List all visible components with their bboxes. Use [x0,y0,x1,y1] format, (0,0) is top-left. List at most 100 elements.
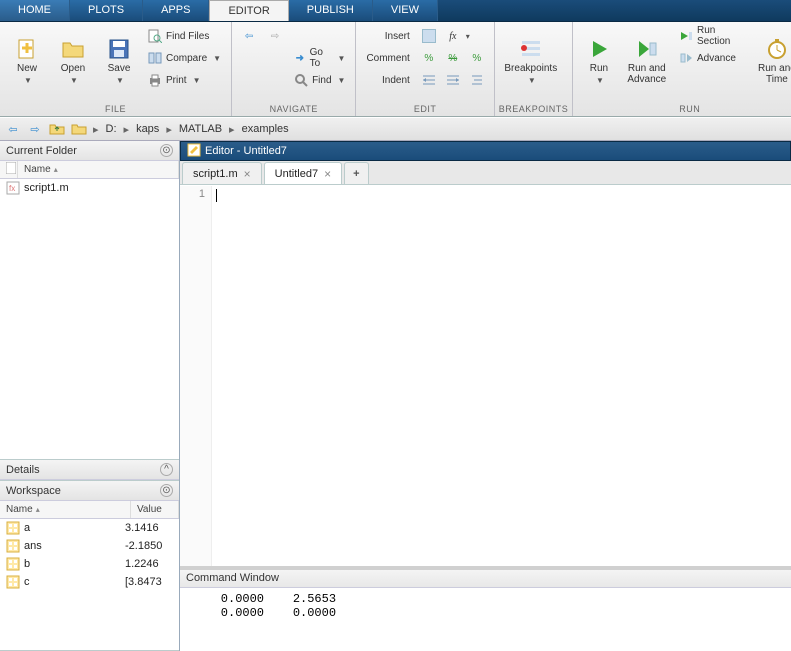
variable-icon [6,539,20,553]
address-bar: ⇦ ⇨ ▸ D: ▸ kaps ▸ MATLAB ▸ examples [0,117,791,141]
variable-icon [6,521,20,535]
run-section-icon [679,29,693,43]
breakpoints-button[interactable]: Breakpoints ▼ [501,26,561,96]
back-button[interactable]: ⇦ [4,120,22,138]
right-column: Editor - Untitled7 script1.m × Untitled7… [180,141,791,651]
current-folder-columns: Name▴ [0,161,179,179]
crumb-folder[interactable]: examples [238,121,293,137]
m-file-icon: fx [6,181,20,195]
find-files-button[interactable]: Find Files [144,26,225,46]
nav-fwd-button[interactable]: ⇨ [264,26,286,46]
file-list: fx script1.m [0,179,179,459]
dropdown-icon[interactable]: ⊙ [160,484,173,497]
indent-right-button[interactable] [418,70,440,90]
save-button[interactable]: Save ▼ [98,26,140,96]
goto-button[interactable]: ➜ Go To ▼ [290,48,349,68]
tab-apps[interactable]: APPS [143,0,209,21]
folder-up-icon [49,121,65,138]
variable-row[interactable]: a 3.1416 [0,519,179,537]
run-time-icon [765,37,789,61]
workspace-columns: Name▴ Value [0,501,179,519]
crumb-folder[interactable]: MATLAB [175,121,226,137]
insert-fx-button[interactable]: fx▾ [442,26,474,46]
tab-view[interactable]: VIEW [373,0,438,21]
chevron-down-icon: ▼ [338,54,346,63]
editor-titlebar[interactable]: Editor - Untitled7 [180,141,791,161]
col-value[interactable]: Value [131,501,179,518]
up-button[interactable] [48,120,66,138]
new-button[interactable]: New ▼ [6,26,48,96]
editor-tab[interactable]: Untitled7 × [264,162,342,184]
indent-label: Indent [378,70,414,90]
new-tab-button[interactable]: + [344,162,368,184]
smart-indent-button[interactable] [466,70,488,90]
sort-asc-icon: ▴ [36,505,40,514]
collapse-icon[interactable]: ^ [160,463,173,476]
tab-plots[interactable]: PLOTS [70,0,143,21]
plus-icon: + [353,168,359,180]
forward-button[interactable]: ⇨ [26,120,44,138]
workspace-header[interactable]: Workspace ⊙ [0,481,179,501]
svg-text:fx: fx [9,184,15,193]
crumb-drive[interactable]: D: [102,121,121,137]
chevron-down-icon: ▼ [596,76,604,85]
variable-row[interactable]: b 1.2246 [0,555,179,573]
find-icon [294,73,308,87]
code-area[interactable] [212,186,791,566]
insert-section-button[interactable] [418,26,440,46]
col-name[interactable]: Name▴ [18,161,179,178]
comment-add-button[interactable]: % [418,48,440,68]
editor-body[interactable]: 1 [180,185,791,566]
find-button[interactable]: Find ▼ [290,70,349,90]
tab-home[interactable]: HOME [0,0,70,21]
group-label: BREAKPOINTS [499,103,569,116]
section-icon [422,29,436,43]
arrow-right-icon: ⇨ [268,29,282,43]
details-panel: Details ^ [0,460,179,481]
run-section-button[interactable]: Run Section [675,26,750,46]
comment-remove-button[interactable]: % [442,48,464,68]
chevron-down-icon: ▼ [213,54,221,63]
close-icon[interactable]: × [324,167,331,181]
group-breakpoints: Breakpoints ▼ BREAKPOINTS [495,22,574,116]
compare-button[interactable]: Compare ▼ [144,48,225,68]
command-window-header[interactable]: Command Window [180,570,791,588]
chevron-right-icon: ▸ [123,123,131,136]
variable-row[interactable]: ans -2.1850 [0,537,179,555]
tab-editor[interactable]: EDITOR [209,0,288,21]
smart-indent-icon [470,73,484,87]
run-time-button[interactable]: Run and Time [754,26,791,96]
chevron-right-icon: ▸ [165,123,173,136]
command-window-body[interactable]: 0.0000 2.5653 0.0000 0.0000 [180,588,791,651]
editor-tab[interactable]: script1.m × [182,162,262,184]
run-icon [587,37,611,61]
new-icon [15,37,39,61]
tab-publish[interactable]: PUBLISH [289,0,373,21]
run-advance-button[interactable]: Run and Advance [623,26,671,96]
group-label: RUN [577,103,791,116]
details-header[interactable]: Details ^ [0,460,179,480]
current-folder-panel: Current Folder ⊙ Name▴ fx script1.m [0,141,179,460]
advance-button[interactable]: Advance [675,48,750,68]
group-navigate: ⇦ ⇨ ➜ Go To ▼ Find ▼ NAVIGATE [232,22,356,116]
indent-left-button[interactable] [442,70,464,90]
col-icon[interactable] [0,161,18,178]
open-button[interactable]: Open ▼ [52,26,94,96]
crumb-folder[interactable]: kaps [132,121,163,137]
dropdown-icon[interactable]: ⊙ [160,144,173,157]
variable-row[interactable]: c [3.8473 [0,573,179,591]
comment-wrap-button[interactable]: % [466,48,488,68]
close-icon[interactable]: × [244,167,251,181]
group-label: FILE [4,103,227,116]
nav-back-button[interactable]: ⇦ [238,26,260,46]
line-gutter: 1 [180,186,212,566]
group-file: New ▼ Open ▼ Save ▼ Find Files [0,22,232,116]
run-button[interactable]: Run ▼ [579,26,618,96]
print-button[interactable]: Print ▼ [144,70,225,90]
col-name[interactable]: Name▴ [0,501,131,518]
current-folder-header[interactable]: Current Folder ⊙ [0,141,179,161]
file-item[interactable]: fx script1.m [0,179,179,197]
chevron-right-icon: ▸ [92,123,100,136]
workspace-panel: Workspace ⊙ Name▴ Value a 3.1416 ans -2.… [0,481,179,651]
browse-button[interactable] [70,120,88,138]
